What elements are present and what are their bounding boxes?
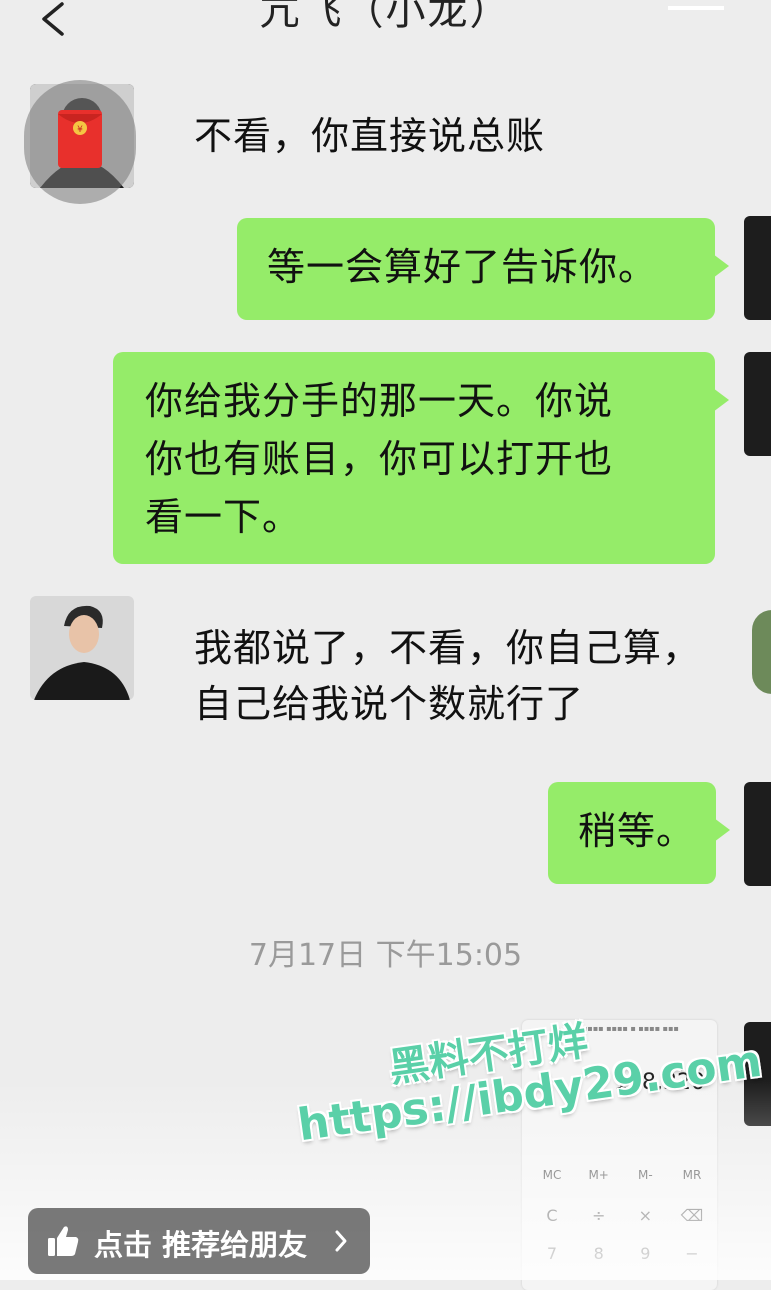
avatar-contact[interactable] — [30, 596, 134, 700]
floating-thumbnail[interactable] — [752, 610, 771, 694]
avatar-self[interactable] — [744, 352, 771, 456]
chat-title: 亢飞（小龙） — [259, 0, 512, 34]
message-text: 不看，你直接说总账 — [194, 114, 546, 158]
red-envelope-icon: ¥ — [58, 110, 102, 168]
message-text: 等一会算好了告诉你。 — [267, 245, 658, 289]
message-bubble[interactable]: 等一会算好了告诉你。 — [237, 218, 729, 320]
message-bubble[interactable]: 稍等。 — [548, 782, 730, 884]
chat-header: 亢飞（小龙） — [0, 0, 771, 60]
message-line: 我都说了，不看，你自己算， — [194, 626, 702, 670]
message-text-block: 我都说了，不看，你自己算， 自己给我说个数就行了 — [194, 620, 701, 732]
thumbs-up-icon — [48, 1226, 79, 1256]
portrait-icon — [30, 596, 134, 700]
message-line: 自己给我说个数就行了 — [194, 682, 585, 726]
svg-text:¥: ¥ — [77, 125, 83, 135]
message-line: 你也有账目，你可以打开也 — [145, 437, 614, 481]
avatar-self[interactable] — [744, 782, 771, 886]
recommend-to-friend-button[interactable]: 点击 推荐给朋友 — [28, 1208, 370, 1274]
more-options-button[interactable] — [668, 6, 724, 18]
timestamp: 7月17日 下午15:05 — [248, 938, 523, 973]
message-line: 看一下。 — [145, 495, 302, 539]
message-bubble[interactable]: 你给我分手的那一天。你说 你也有账目，你可以打开也 看一下。 — [113, 352, 729, 564]
chevron-right-icon — [335, 1230, 347, 1252]
avatar-self[interactable] — [744, 216, 771, 320]
recommend-label: 点击 推荐给朋友 — [94, 1228, 308, 1262]
red-envelope-overlay[interactable]: ¥ — [24, 80, 136, 204]
message-line: 你给我分手的那一天。你说 — [145, 379, 614, 423]
message-text: 稍等。 — [578, 809, 696, 853]
status-bar: ▪▪▪▪ ▪▪▪▪ ▪ ▪▪▪▪ ▪▪▪ — [582, 1024, 679, 1033]
